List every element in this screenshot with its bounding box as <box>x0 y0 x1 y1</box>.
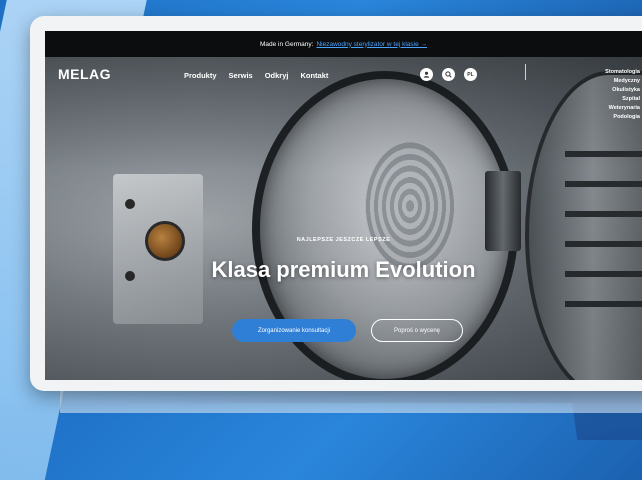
nav-divider <box>525 64 526 80</box>
nav-item-odkryj[interactable]: Odkryj <box>265 71 289 80</box>
main-navigation: Produkty Serwis Odkryj Kontakt <box>184 71 328 80</box>
nav-item-serwis[interactable]: Serwis <box>229 71 253 80</box>
specialty-medyczny[interactable]: Medyczny <box>605 78 640 84</box>
consultation-button[interactable]: Zorganizowanie konsultacji <box>232 319 356 342</box>
specialty-podologia[interactable]: Podologia <box>605 114 640 120</box>
hero-kicker: NAJLEPSZE JESZCZE LEPSZE <box>296 237 391 243</box>
language-icon[interactable]: PL <box>464 68 477 81</box>
hero-title: Klasa premium Evolution <box>211 257 476 282</box>
specialty-stomatologia[interactable]: Stomatologia <box>605 69 640 75</box>
specialty-okulistyka[interactable]: Okulistyka <box>605 87 640 93</box>
specialty-weterynaria[interactable]: Weterynaria <box>605 105 640 111</box>
user-icon[interactable] <box>420 68 433 81</box>
website-screen: Made in Germany: Niezawodny sterylizator… <box>45 31 642 380</box>
announcement-text: Made in Germany: <box>259 40 314 48</box>
nav-icons: PL <box>420 68 477 81</box>
nav-item-kontakt[interactable]: Kontakt <box>300 71 328 80</box>
melag-logo[interactable]: MELAG <box>58 66 111 82</box>
announcement-link[interactable]: Niezawodny sterylizator w tej klasie → <box>316 41 427 48</box>
specialty-menu: Stomatologia Medyczny Okulistyka Szpital… <box>605 69 640 120</box>
nav-item-produkty[interactable]: Produkty <box>184 71 217 80</box>
specialty-szpital[interactable]: Szpital <box>605 96 640 102</box>
search-icon[interactable] <box>442 68 455 81</box>
announcement-bar: Made in Germany: Niezawodny sterylizator… <box>45 31 642 57</box>
quote-button[interactable]: Poproś o wycenę <box>371 319 463 342</box>
